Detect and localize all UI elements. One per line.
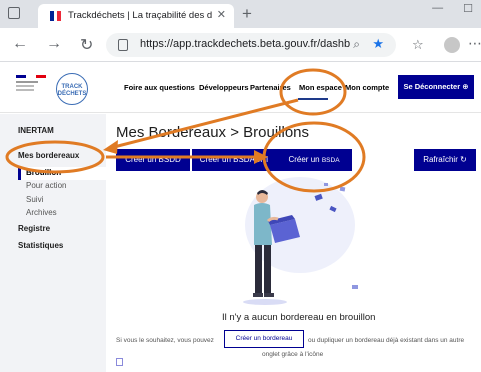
create-bsda-button[interactable]: Créer un BSDA [276,149,352,171]
logout-button[interactable]: Se Déconnecter ⊕ [398,75,474,99]
create-bsdd-button[interactable]: Créer un BSDD [116,149,190,171]
minimize-icon[interactable]: — [432,2,443,15]
browser-toolbar: ← → ↻ https://app.trackdechets.beta.gouv… [0,28,481,62]
empty-state-illustration [243,177,358,305]
nav-faq-link[interactable]: Foire aux questions [124,83,195,92]
reload-icon[interactable]: ↻ [80,35,93,55]
sidebar-item-archives[interactable]: Archives [26,208,57,217]
more-icon[interactable]: ⋯ [468,35,481,52]
forward-icon[interactable]: → [46,35,62,53]
logout-icon: ⊕ [462,82,469,91]
back-icon[interactable]: ← [12,35,28,53]
maximize-icon[interactable]: ☐ [463,2,473,15]
help-text-after: ou dupliquer un bordereau déjà existant … [308,337,465,344]
url-text: https://app.trackdechets.beta.gouv.fr/da… [140,38,350,50]
empty-state-message: Il n'y a aucun bordereau en brouillon [222,312,376,323]
sidebar-item-registre[interactable]: Registre [18,224,50,233]
window-controls: — ☐ [432,2,473,15]
profile-avatar[interactable] [444,37,460,53]
refresh-icon: ↻ [460,155,467,164]
help-text-line2: onglet grâce à l'icône [262,351,324,358]
browser-tab[interactable]: Trackdéchets | La traçabilité des d ✕ [38,4,234,28]
active-nav-indicator [298,98,328,100]
close-tab-icon[interactable]: ✕ [217,8,226,21]
new-tab-button[interactable]: + [242,4,252,24]
sidebar-item-statistiques[interactable]: Statistiques [18,241,63,250]
lock-icon [118,39,128,51]
zoom-icon[interactable]: ⌕ [353,37,360,52]
create-bordereau-button[interactable]: Créer un bordereau [224,330,304,348]
trackdechets-logo[interactable]: TRACK DÉCHETS [56,73,88,105]
refresh-button[interactable]: Rafraîchir ↻ [414,149,476,171]
nav-developers-link[interactable]: Développeurs [199,83,249,92]
nav-my-space-link[interactable]: Mon espace [299,83,342,92]
sidebar: INERTAM Mes bordereaux Brouillon Pour ac… [0,114,106,372]
nav-account-link[interactable]: Mon compte [345,83,389,92]
sidebar-item-suivi[interactable]: Suivi [26,195,43,204]
duplicate-icon [116,358,123,366]
page-title: Mes Bordereaux > Brouillons [116,124,310,141]
favicon-icon [50,11,62,21]
star-icon[interactable]: ★ [372,36,384,52]
nav-partners-link[interactable]: Partenaires [250,83,291,92]
sidebar-item-brouillon[interactable]: Brouillon [18,167,106,180]
republique-francaise-logo [16,75,46,99]
sidebar-item-pour-action[interactable]: Pour action [26,181,66,190]
help-text-before: Si vous le souhaitez, vous pouvez [116,337,214,344]
tab-title: Trackdéchets | La traçabilité des d [68,10,213,21]
address-bar[interactable]: https://app.trackdechets.beta.gouv.fr/da… [106,33,396,57]
favorites-icon[interactable]: ☆ [412,37,424,53]
sidebar-section-bordereaux[interactable]: Mes bordereaux [18,151,79,160]
app-header: TRACK DÉCHETS Foire aux questions Dévelo… [0,63,481,113]
tab-actions-icon[interactable] [8,7,20,19]
company-name: INERTAM [18,126,54,135]
create-bsdasri-button[interactable]: Créer un BSDASRI [192,149,276,171]
browser-tab-bar: Trackdéchets | La traçabilité des d ✕ + … [0,0,481,28]
